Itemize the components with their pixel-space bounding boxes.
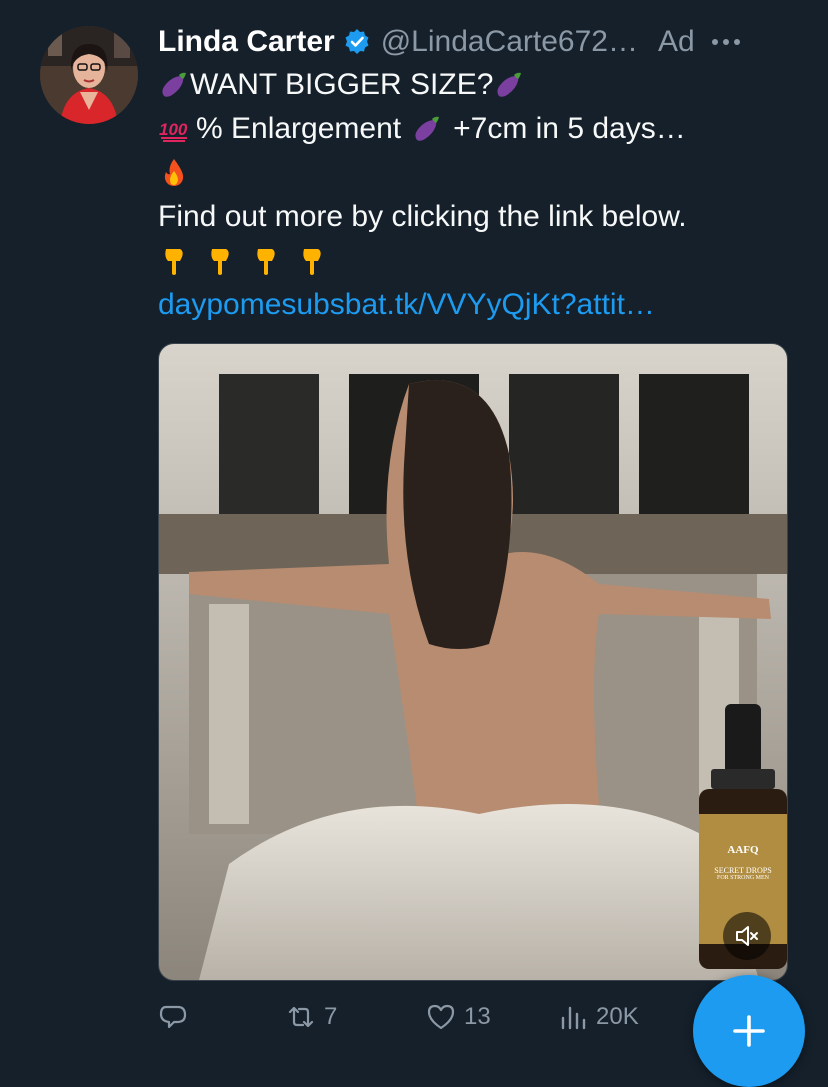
like-count: 13 [464, 1003, 491, 1030]
retweet-icon [288, 1006, 314, 1028]
mute-button[interactable] [723, 912, 771, 960]
ad-link[interactable]: daypomesubsbat.tk/VVYyQjKt?attit… [158, 283, 655, 327]
tweet-line-1: WANT BIGGER SIZE? [158, 63, 798, 107]
tweet-header: Linda Carter @LindaCarte672… Ad [158, 22, 798, 62]
more-options-icon[interactable] [711, 27, 741, 57]
backhand-index-pointing-down-emoji [165, 249, 183, 275]
tweet-line-2: 100 % Enlargement +7cm in 5 days… [158, 107, 798, 151]
heart-icon [427, 1004, 455, 1030]
video-player[interactable]: AAFQ SECRET DROPS FOR STRONG MEN [158, 343, 788, 981]
tweet-line-6: daypomesubsbat.tk/VVYyQjKt?attit… [158, 283, 798, 327]
reply-icon [159, 1005, 187, 1029]
retweet-button[interactable]: 7 [286, 995, 337, 1039]
eggplant-emoji [497, 72, 522, 97]
backhand-index-pointing-down-emoji [303, 249, 321, 275]
eggplant-emoji [162, 72, 186, 97]
views-button[interactable]: 20K [558, 995, 639, 1039]
cta-text: Find out more by clicking the link below… [158, 200, 687, 233]
author-handle[interactable]: @LindaCarte672… [381, 25, 638, 59]
author-name[interactable]: Linda Carter [158, 25, 335, 59]
product-label: AAFQ SECRET DROPS FOR STRONG MEN [701, 844, 785, 881]
speaker-muted-icon [736, 926, 758, 946]
eggplant-emoji [415, 116, 440, 141]
hundred-points-emoji: 100 [159, 120, 188, 142]
backhand-index-pointing-down-emoji [211, 249, 229, 275]
claim-text: +7cm in 5 days… [453, 112, 686, 145]
retweet-count: 7 [324, 1003, 338, 1030]
views-icon [561, 1006, 586, 1030]
compose-button[interactable] [693, 975, 805, 1087]
fire-emoji [164, 159, 184, 186]
avatar[interactable] [40, 26, 138, 124]
tweet-line-5 [158, 239, 798, 283]
product-brand: AAFQ [727, 844, 759, 856]
like-button[interactable]: 13 [426, 995, 491, 1039]
avatar-image [40, 26, 138, 124]
tweet-text: WANT BIGGER SIZE? 100 % Enlargement +7cm… [158, 63, 798, 327]
reply-button[interactable] [158, 995, 188, 1039]
product-line1: SECRET DROPS [714, 866, 772, 875]
tweet-line-4: Find out more by clicking the link below… [158, 195, 798, 239]
ad-label: Ad [658, 25, 695, 58]
compose-plus-icon [733, 1015, 765, 1047]
views-count: 20K [596, 1003, 639, 1030]
headline-text: WANT BIGGER SIZE? [190, 68, 494, 101]
video-frame [159, 344, 787, 980]
product-line2: FOR STRONG MEN [716, 875, 769, 881]
svg-text:100: 100 [159, 120, 188, 139]
enlargement-text: % Enlargement [196, 112, 402, 145]
backhand-index-pointing-down-emoji [257, 249, 275, 275]
tweet-line-3 [158, 151, 798, 195]
verified-badge-icon [343, 28, 371, 56]
